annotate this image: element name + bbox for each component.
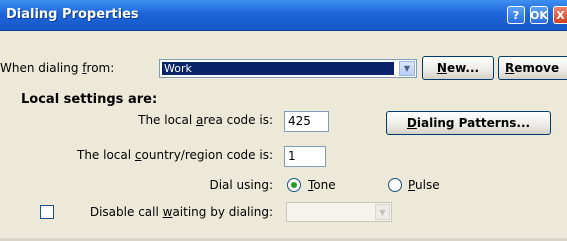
area-code-label-suffix: rea code is: <box>203 113 273 127</box>
remove-label-suffix: emove <box>514 61 560 75</box>
radio-selected-dot <box>291 182 297 188</box>
disable-label-prefix: Disable call <box>89 205 163 219</box>
help-button[interactable]: ? <box>507 6 525 24</box>
pulse-label-accel: P <box>408 178 416 192</box>
disable-label-accel: w <box>162 205 173 219</box>
tone-label-suffix: one <box>313 178 336 192</box>
chevron-down-icon[interactable]: ▼ <box>399 61 415 76</box>
local-settings-heading: Local settings are: <box>21 92 158 107</box>
new-location-button[interactable]: New... <box>422 56 494 80</box>
remove-label-accel: R <box>505 61 515 75</box>
remove-location-button[interactable]: Remove <box>498 56 567 80</box>
tone-label[interactable]: Tone <box>308 178 336 192</box>
chevron-down-icon: ▼ <box>375 204 390 220</box>
disable-label-suffix: aiting by dialing: <box>172 205 273 219</box>
patterns-label-suffix: ialing Patterns... <box>416 116 531 130</box>
area-code-label: The local area code is: <box>138 113 273 127</box>
country-code-field[interactable]: 1 <box>284 146 326 167</box>
tone-radio[interactable] <box>287 178 301 192</box>
country-code-label-suffix: ountry/region code is: <box>141 148 273 162</box>
dial-using-label: Dial using: <box>209 178 273 192</box>
area-code-field[interactable]: 425 <box>284 111 329 132</box>
close-button[interactable]: X <box>553 6 567 24</box>
window-title: Dialing Properties <box>6 7 139 22</box>
country-code-label: The local country/region code is: <box>77 148 273 162</box>
new-label-suffix: ew... <box>446 61 480 75</box>
patterns-label-accel: D <box>406 116 417 130</box>
country-code-label-prefix: The local <box>76 148 135 162</box>
pulse-radio[interactable] <box>388 178 402 192</box>
dialing-patterns-button[interactable]: Dialing Patterns... <box>386 111 551 135</box>
pulse-label-suffix: ulse <box>415 178 440 192</box>
dialing-location-value: Work <box>162 62 394 75</box>
new-label-accel: N <box>436 61 447 75</box>
disable-call-waiting-label[interactable]: Disable call waiting by dialing: <box>90 205 273 219</box>
call-waiting-code-combo: ▼ <box>286 202 392 222</box>
dialing-location-combo[interactable]: Work ▼ <box>159 59 417 78</box>
title-bar: Dialing Properties ? OK X <box>0 0 567 31</box>
dialing-from-label-prefix: When dialing <box>0 61 83 75</box>
dialing-from-label-suffix: rom: <box>86 61 115 75</box>
disable-call-waiting-checkbox[interactable] <box>40 205 54 219</box>
pulse-label[interactable]: Pulse <box>408 178 440 192</box>
dialing-from-label: When dialing from: <box>0 61 114 75</box>
country-code-label-accel: c <box>134 148 142 162</box>
ok-button[interactable]: OK <box>530 6 548 24</box>
area-code-label-prefix: The local <box>138 113 197 127</box>
